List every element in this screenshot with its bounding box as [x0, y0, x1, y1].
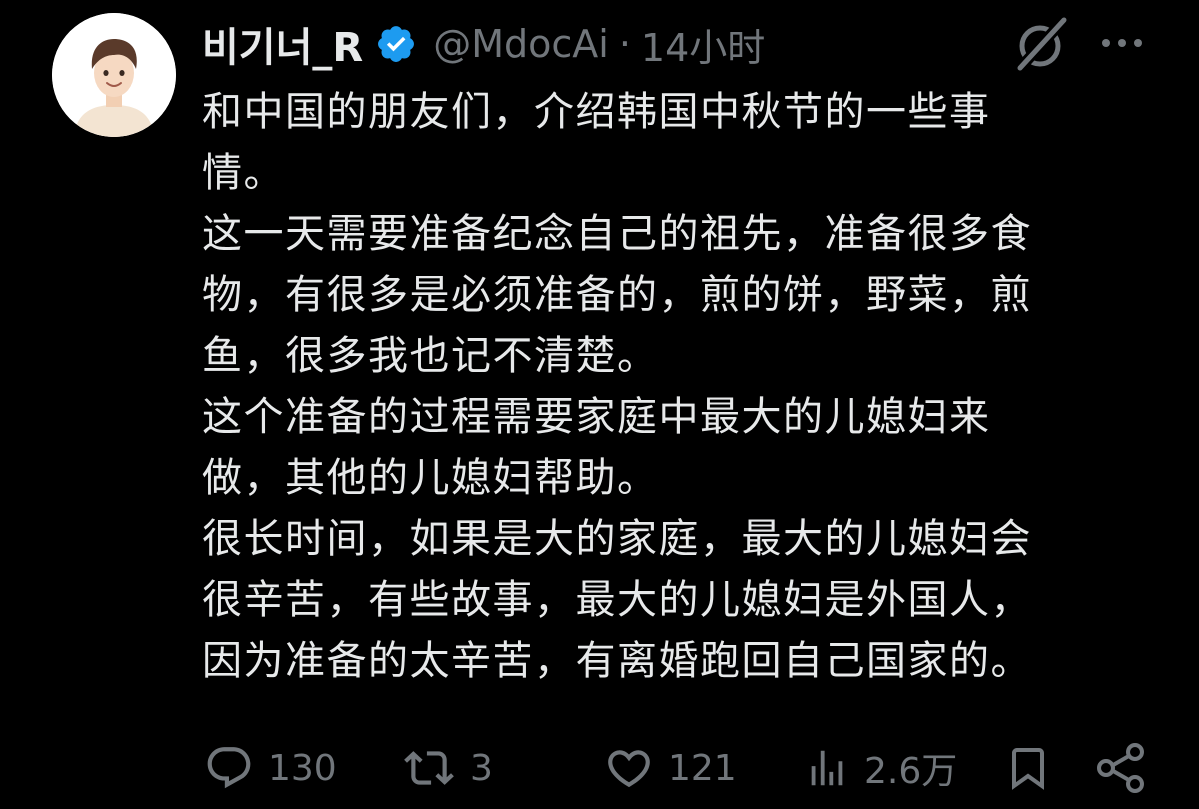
share-button[interactable] [1094, 735, 1148, 801]
tweet-text: 和中国的朋友们，介绍韩国中秋节的一些事 情。 这一天需要准备纪念自己的祖先，准备… [202, 82, 1142, 692]
tweet-line: 这一天需要准备纪念自己的祖先，准备很多食 [202, 211, 1032, 257]
tweet-line: 鱼，很多我也记不清楚。 [202, 333, 659, 379]
share-icon [1097, 743, 1144, 793]
reply-icon [207, 747, 251, 789]
tweet-line: 情。 [202, 150, 285, 196]
reply-count: 130 [268, 747, 337, 789]
like-count: 121 [668, 747, 737, 789]
display-name[interactable]: 비기너_R [202, 15, 363, 73]
bookmark-icon [1012, 748, 1044, 790]
like-icon [608, 750, 650, 788]
retweet-button[interactable]: 3 [402, 735, 493, 801]
grok-icon[interactable] [1010, 16, 1070, 74]
tweet-line: 物，有很多是必须准备的，煎的饼，野菜，煎 [202, 272, 1032, 318]
retweet-count: 3 [470, 747, 493, 789]
tweet-line: 做，其他的儿媳妇帮助。 [202, 455, 659, 501]
verified-badge-icon[interactable] [375, 23, 417, 65]
tweet-line: 这个准备的过程需要家庭中最大的儿媳妇来 [202, 394, 991, 440]
timestamp[interactable]: 14小时 [641, 17, 765, 72]
tweet-line: 因为准备的太辛苦，有离婚跑回自己国家的。 [202, 638, 1032, 684]
views-icon [811, 750, 843, 786]
view-count: 2.6万 [864, 751, 958, 792]
bookmark-button[interactable] [1004, 735, 1052, 801]
tweet-header: 비기너_R @MdocAi · 14小时 [202, 14, 765, 74]
tweet-line: 很辛苦，有些故事，最大的儿媳妇是外国人， [202, 577, 1032, 623]
avatar[interactable] [52, 13, 176, 137]
like-button[interactable]: 121 [604, 735, 737, 801]
separator-dot: · [618, 22, 631, 66]
avatar-image [52, 13, 176, 137]
tweet-line: 和中国的朋友们，介绍韩国中秋节的一些事 [202, 89, 991, 135]
tweet-line: 很长时间，如果是大的家庭，最大的儿媳妇会 [202, 516, 1032, 562]
views-button[interactable]: 2.6万 [804, 735, 957, 801]
author-handle[interactable]: @MdocAi [433, 22, 609, 66]
retweet-icon [404, 751, 454, 785]
more-icon[interactable] [1098, 28, 1146, 58]
reply-button[interactable]: 130 [204, 735, 337, 801]
